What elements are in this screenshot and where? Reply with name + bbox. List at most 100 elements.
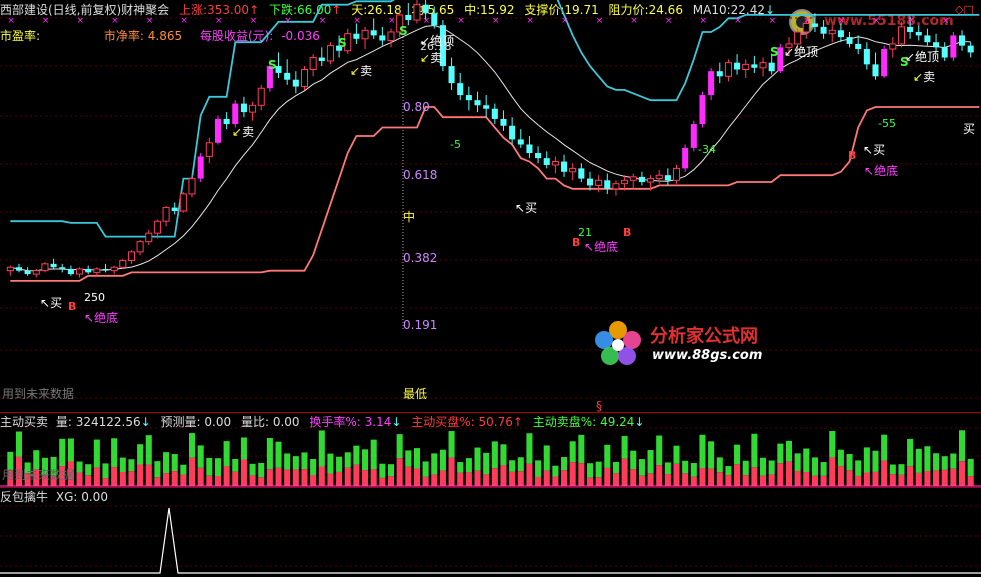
volume-bar-sell: [206, 457, 213, 476]
volume-bar-buy: [543, 470, 550, 486]
volume-bar-sell: [76, 461, 83, 473]
candle-body: [863, 49, 870, 65]
volume-bar-sell: [439, 449, 446, 471]
volume-bar-buy: [673, 463, 680, 486]
candle-body: [483, 105, 490, 109]
candle-body: [491, 108, 498, 119]
candle-body: [145, 232, 153, 243]
candle-body: [361, 29, 369, 40]
candle-body: [509, 125, 516, 140]
volume-bar-buy: [500, 465, 507, 486]
volume-bar-sell: [837, 449, 844, 467]
volume-bar-buy: [612, 473, 619, 486]
candle-body: [855, 43, 862, 50]
candle-body: [543, 158, 550, 165]
volume-bar-buy: [586, 477, 594, 486]
candle-body: [950, 35, 957, 58]
volume-bar-buy: [656, 465, 663, 486]
volume-bar-buy: [457, 472, 464, 486]
volume-bar-buy: [751, 467, 758, 486]
volume-bar-sell: [863, 447, 870, 473]
volume-header: 主动买卖 量: 324122.56↓ 预测量: 0.00 量比: 0.00 换手…: [0, 414, 650, 430]
volume-bar-buy: [301, 469, 308, 486]
volume-bar-buy: [924, 471, 931, 486]
turnover-label: 换手率%:: [309, 415, 361, 429]
volume-bar-sell: [93, 439, 100, 468]
candle-body: [846, 37, 853, 44]
top-x-marker: ×: [492, 16, 500, 26]
top-x-marker: ×: [146, 16, 154, 26]
volume-bar-sell: [491, 441, 498, 469]
top-x-marker: ×: [561, 16, 569, 26]
volume-bar-buy: [145, 464, 152, 486]
volume-bar-buy: [569, 462, 576, 486]
volume-bar-sell: [15, 431, 23, 457]
volume-bar-buy: [725, 475, 732, 486]
volume-bar-buy: [760, 475, 767, 486]
candle-body: [933, 42, 940, 48]
candle-body: [897, 26, 905, 45]
top-label-1: ↙绝顶: [420, 34, 455, 48]
top-x-marker: ×: [353, 16, 361, 26]
volume-bar-sell: [344, 452, 351, 468]
volume-bar-sell: [318, 430, 325, 467]
candle-body: [828, 29, 836, 35]
volume-bar-sell: [958, 430, 966, 462]
top-x-marker: ×: [907, 16, 915, 26]
candle-body: [655, 174, 663, 180]
candle-body: [448, 66, 455, 84]
volume-bar-buy: [336, 471, 343, 486]
lowest-label: 最低: [403, 387, 428, 401]
volume-bar-buy: [76, 472, 83, 486]
volume-bar-sell: [543, 445, 550, 471]
candle-body: [621, 179, 629, 185]
candle-body: [300, 68, 309, 88]
volume-bar-buy: [180, 474, 187, 486]
volume-bar-buy: [881, 460, 888, 486]
volume-bar-sell: [258, 462, 265, 478]
volume-bar-sell: [145, 435, 152, 465]
candle-body: [699, 95, 706, 125]
volume-bar-sell: [457, 462, 464, 473]
sell-label-1: ↙卖: [232, 125, 255, 139]
top-x-marker: ×: [803, 16, 811, 26]
volume-bar-sell: [621, 436, 628, 459]
volume-bar-buy: [439, 470, 446, 486]
volume-bar-buy: [898, 474, 905, 486]
volume-bar-sell: [137, 444, 144, 465]
sell-pct-value: 49.24: [600, 415, 635, 429]
candle-body: [690, 124, 697, 148]
volume-bar-buy: [820, 475, 827, 486]
volume-bar-buy: [699, 468, 706, 486]
top-x-marker: ×: [250, 16, 258, 26]
volume-bar-buy: [405, 466, 412, 486]
candle-body: [716, 71, 723, 77]
vol-label: 量:: [55, 415, 72, 429]
candle-body: [413, 4, 421, 21]
candle-body: [292, 79, 299, 87]
candle-body: [102, 268, 109, 271]
fib-label-0382: 0.382: [403, 251, 438, 265]
buy-pct-arrow-icon: ↑: [512, 415, 523, 429]
s-sign-4: S: [770, 45, 779, 59]
candle-body: [32, 270, 40, 275]
volume-bar-buy: [163, 473, 170, 486]
candle-body: [535, 153, 542, 159]
volume-bar-buy: [128, 471, 135, 486]
top-x-marker: ×: [215, 16, 223, 26]
volume-bar-sell: [284, 453, 291, 470]
top-x-marker: ×: [734, 16, 742, 26]
volume-bar-sell: [760, 457, 767, 476]
volume-bar-sell: [595, 461, 602, 478]
volume-bar-sell: [465, 458, 472, 473]
volume-bar-sell: [275, 441, 282, 468]
volume-bar-sell: [197, 445, 204, 468]
candle-body: [872, 64, 879, 77]
buy-label-4: 买: [963, 122, 976, 136]
volume-bar-sell: [950, 453, 957, 469]
sell-pct-arrow-icon: ↓: [634, 415, 645, 429]
volume-bar-sell: [180, 464, 187, 475]
volume-bar-buy: [491, 468, 498, 486]
volume-bar-sell: [829, 430, 836, 458]
volume-bar-sell: [673, 445, 680, 464]
